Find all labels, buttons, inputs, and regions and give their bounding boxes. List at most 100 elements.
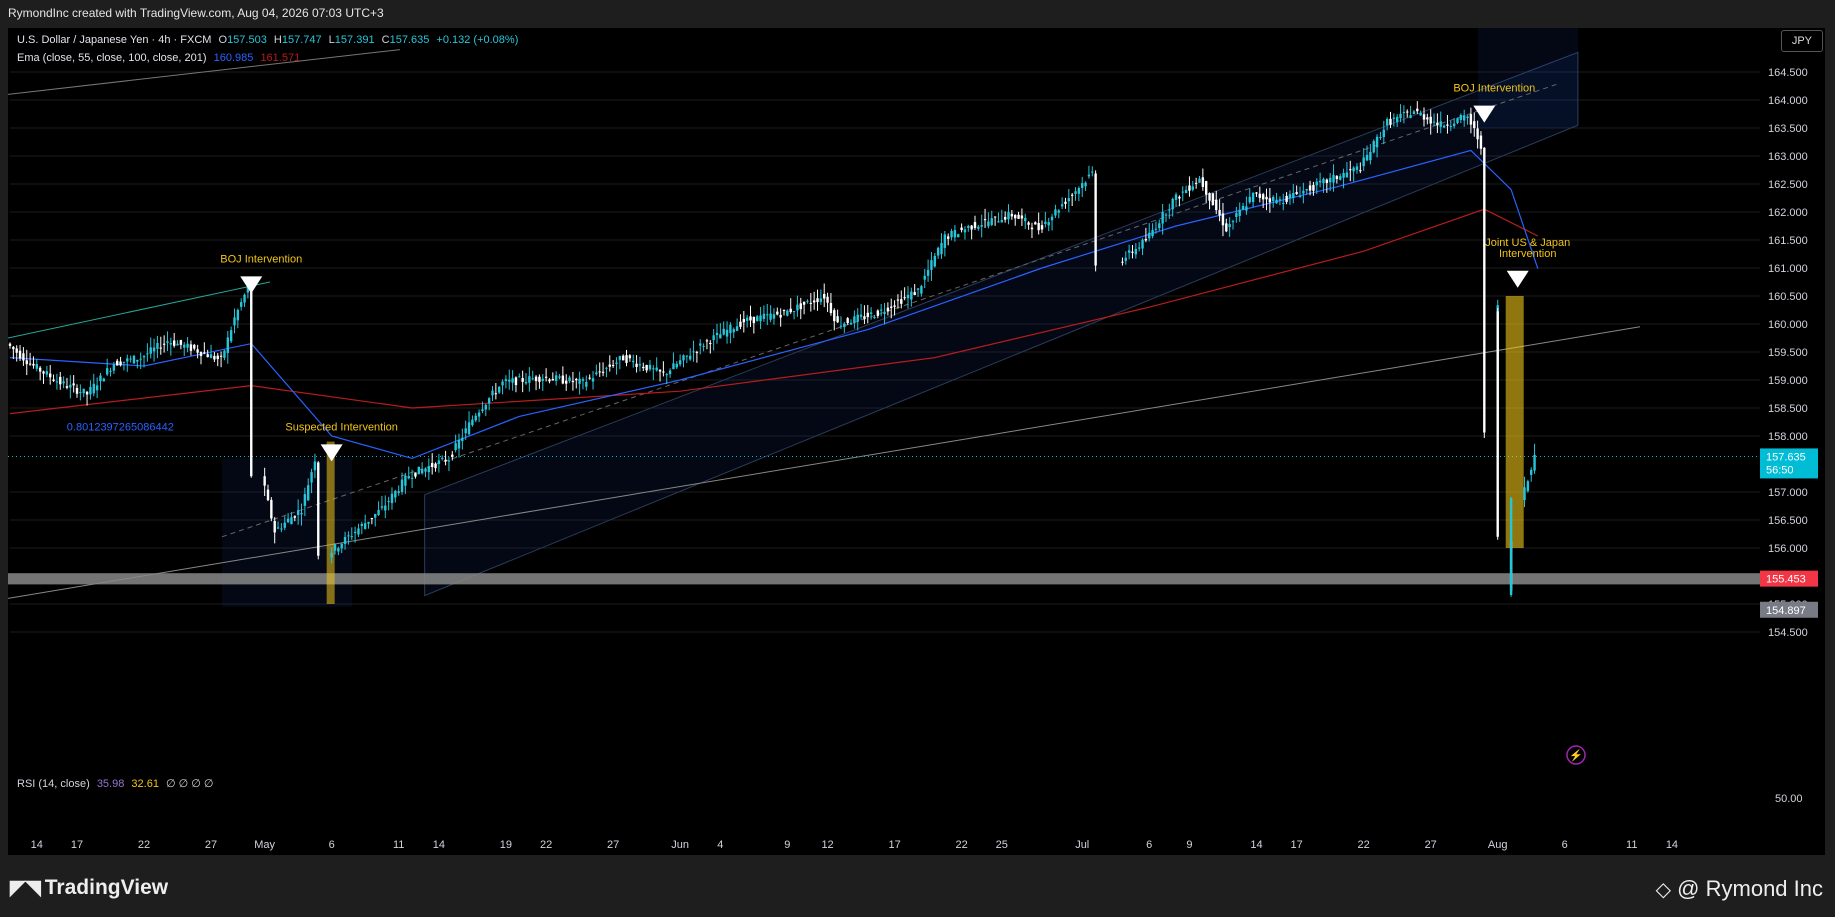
candle-body: [621, 355, 625, 361]
candle-body: [1047, 222, 1050, 226]
y-tick-label: 162.000: [1768, 207, 1808, 219]
candle-body: [193, 344, 196, 349]
candle-body: [1215, 199, 1218, 211]
candle-body: [290, 517, 293, 525]
candle-body: [79, 392, 82, 394]
ema-legend[interactable]: Ema (close, 55, close, 100, close, 201) …: [17, 52, 304, 64]
candle-body: [688, 355, 692, 360]
x-tick-label: 14: [1666, 839, 1678, 851]
candle-body: [990, 218, 993, 225]
candle-body: [394, 490, 397, 498]
y-tick-label: 159.500: [1768, 347, 1808, 359]
candle-body: [410, 477, 414, 479]
y-tick-label: 158.500: [1768, 403, 1808, 415]
candle-body: [869, 312, 873, 314]
candle-body: [1452, 123, 1456, 127]
candle-body: [876, 310, 880, 316]
candle-body: [652, 368, 655, 370]
candle-body: [1014, 214, 1017, 219]
candle-body: [1137, 247, 1141, 249]
candle-body: [752, 316, 756, 324]
rsi-ma-line: [10, 788, 1538, 811]
candle-body: [1335, 176, 1339, 179]
candle-body: [82, 388, 85, 394]
candle-body: [886, 307, 890, 312]
candle-body: [1188, 185, 1191, 191]
x-tick-label: 12: [821, 839, 833, 851]
candle-body: [1385, 119, 1389, 126]
candle-body: [833, 310, 836, 322]
candle-body: [960, 227, 963, 231]
candle-body: [99, 375, 102, 382]
candle-body: [1349, 169, 1352, 171]
candle-body: [1305, 189, 1308, 191]
candle-body: [544, 376, 548, 378]
bear-signal-badge: [532, 769, 562, 783]
candle-body: [424, 468, 427, 472]
low-label: L: [328, 34, 335, 46]
candle-body: [296, 510, 300, 515]
open-label: O: [218, 34, 228, 46]
rsi-legend[interactable]: RSI (14, close) 35.98 32.61 ∅ ∅ ∅ ∅: [17, 777, 218, 790]
candle-body: [873, 317, 876, 319]
symbol-legend: U.S. Dollar / Japanese Yen · 4h · FXCM O…: [17, 34, 522, 46]
candle-body: [1144, 238, 1148, 241]
candle-body: [243, 294, 246, 303]
candle-body: [943, 234, 947, 248]
candle-body: [605, 367, 608, 369]
candle-body: [521, 378, 524, 382]
price-tag-label: 157.635: [1766, 451, 1806, 463]
x-tick-label: 19: [500, 839, 512, 851]
candle-body: [209, 354, 213, 358]
candle-body: [722, 328, 725, 335]
candle-body: [772, 314, 776, 319]
tradingview-logo[interactable]: ◤◥ TradingView: [10, 875, 168, 900]
candle-body: [461, 437, 464, 442]
candle-body: [1325, 179, 1329, 183]
candle-body: [635, 363, 638, 368]
y-tick-label: 164.500: [1768, 67, 1808, 79]
candle-body: [1231, 221, 1235, 223]
x-tick-label: 9: [1186, 839, 1192, 851]
candle-body: [283, 522, 286, 528]
candle-body: [126, 358, 129, 362]
candle-body: [129, 358, 132, 360]
candle-body: [1432, 121, 1436, 123]
candle-body: [1352, 167, 1355, 172]
candle-body: [1037, 222, 1040, 231]
bear-signal-badge: [1001, 769, 1031, 783]
candle-body: [615, 362, 618, 364]
candle-body: [464, 428, 467, 434]
candle-body: [122, 361, 126, 363]
candle-body: [1164, 214, 1168, 216]
candle-body: [474, 415, 477, 421]
candle-body: [471, 419, 474, 426]
candle-body: [501, 381, 504, 386]
currency-button[interactable]: JPY: [1780, 30, 1823, 52]
candle-body: [1429, 116, 1432, 124]
candle-body: [477, 412, 481, 417]
candle-body: [374, 513, 377, 518]
candle-body: [782, 310, 786, 312]
candle-body: [363, 523, 367, 529]
candle-body: [377, 509, 380, 515]
candle-body: [675, 363, 678, 368]
bear-signal-badge: [773, 769, 803, 783]
candle-body: [863, 316, 866, 319]
candle-body: [575, 378, 578, 381]
fib-level-label: 0.8012397265086442: [67, 421, 174, 433]
x-tick-label: 14: [1250, 839, 1262, 851]
candle-body: [528, 376, 531, 383]
x-tick-label: 22: [1358, 839, 1370, 851]
author-credit: ◇ @ Rymond Inc: [1656, 876, 1823, 902]
candle-body: [109, 370, 112, 372]
candle-body: [430, 463, 434, 468]
annotation-label: Intervention: [1499, 248, 1556, 260]
candle-body: [149, 347, 152, 354]
x-tick-label: 27: [205, 839, 217, 851]
y-tick-label: 161.000: [1768, 263, 1808, 275]
price-chart[interactable]: BOJ Intervention Suspected Intervention BO…: [0, 0, 1835, 917]
bear-signal-badge: [505, 769, 535, 783]
candle-body: [776, 311, 779, 315]
candle-body: [451, 454, 454, 457]
